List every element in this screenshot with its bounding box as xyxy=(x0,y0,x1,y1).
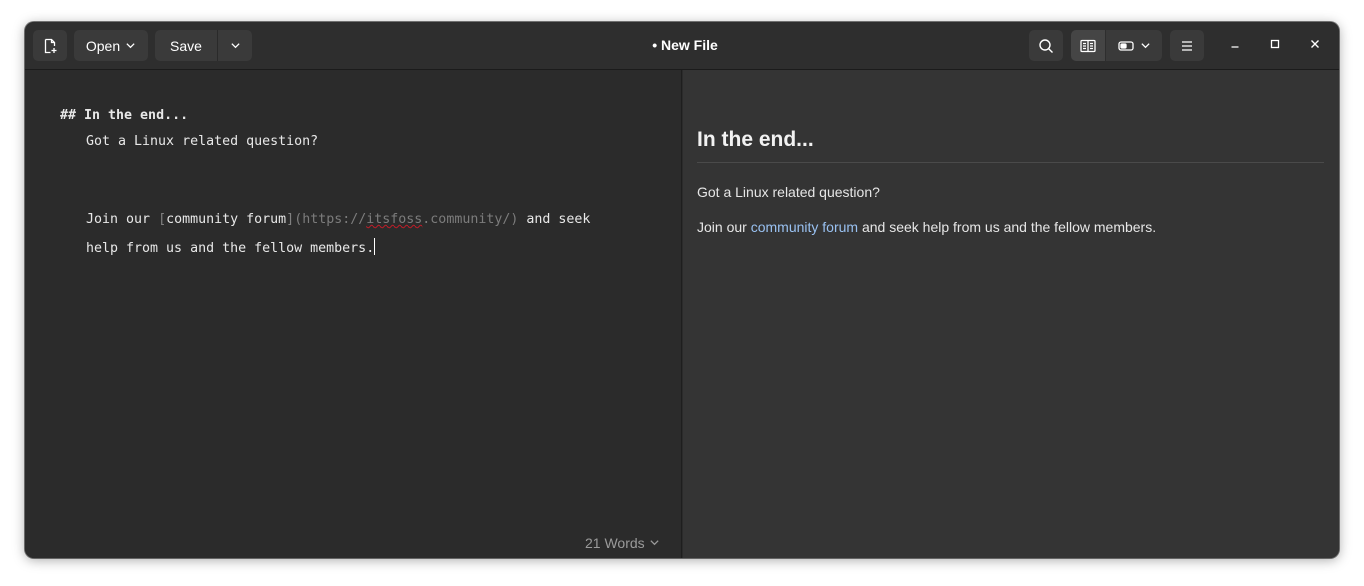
new-file-button[interactable] xyxy=(33,30,67,61)
word-count-button[interactable]: 21 Words xyxy=(585,535,660,551)
editor-text: help from us and the fellow members. xyxy=(86,241,375,256)
editor-line-1: Got a Linux related question? xyxy=(86,134,319,149)
open-button[interactable]: Open xyxy=(74,30,148,61)
editor-line-3: help from us and the fellow members. xyxy=(86,238,376,256)
close-icon xyxy=(1309,37,1321,55)
save-options-button[interactable] xyxy=(218,30,252,61)
window-title: • New File xyxy=(652,37,718,53)
preview-paragraph-1: Got a Linux related question? xyxy=(697,184,880,200)
minimize-icon xyxy=(1229,37,1241,55)
editor-text: and seek xyxy=(518,212,591,227)
search-icon xyxy=(1038,38,1054,54)
editor-link-text: community forum xyxy=(166,212,287,227)
url-scheme: https:// xyxy=(302,212,367,227)
spell-error-word: itsfoss xyxy=(366,212,423,227)
save-button[interactable]: Save xyxy=(155,30,217,61)
maximize-icon xyxy=(1269,37,1281,55)
save-button-label: Save xyxy=(170,37,202,54)
editor-text: Join our xyxy=(86,212,159,227)
maximize-button[interactable] xyxy=(1263,34,1287,58)
editor-line-2: Join our [community forum](https://itsfo… xyxy=(86,212,590,227)
editor-link-url: (https://itsfoss.community/) xyxy=(294,212,518,227)
url-rest: .community/ xyxy=(422,212,511,227)
minimize-button[interactable] xyxy=(1223,34,1247,58)
sidebar-view-button[interactable] xyxy=(1071,30,1105,61)
close-button[interactable] xyxy=(1303,34,1327,58)
md-bracket: [ xyxy=(158,212,167,227)
chevron-down-icon xyxy=(230,40,241,51)
markdown-editor[interactable]: ## In the end... Got a Linux related que… xyxy=(25,70,682,558)
chevron-down-icon xyxy=(125,40,136,51)
editor-heading-line: ## In the end... xyxy=(60,108,189,123)
main-menu-button[interactable] xyxy=(1170,30,1204,61)
book-icon xyxy=(1080,39,1096,53)
preview-text: Join our xyxy=(697,219,751,235)
preview-text: and seek help from us and the fellow mem… xyxy=(858,219,1157,235)
preview-heading: In the end... xyxy=(697,128,814,151)
toggle-icon xyxy=(1117,40,1134,52)
chevron-down-icon xyxy=(1140,40,1151,51)
chevron-down-icon xyxy=(649,535,660,551)
open-button-label: Open xyxy=(85,37,121,54)
md-bracket: ] xyxy=(286,212,295,227)
headerbar: Open Save • New File xyxy=(25,22,1339,70)
hamburger-icon xyxy=(1180,40,1194,52)
search-button[interactable] xyxy=(1029,30,1063,61)
preview-paragraph-2: Join our community forum and seek help f… xyxy=(697,219,1156,235)
app-window: Open Save • New File ## In the end... Go… xyxy=(25,22,1339,558)
md-paren: ( xyxy=(294,212,303,227)
community-forum-link[interactable]: community forum xyxy=(751,219,858,235)
preview-layout-button[interactable] xyxy=(1106,30,1162,61)
text-cursor xyxy=(374,238,376,255)
markdown-preview: In the end... Got a Linux related questi… xyxy=(683,70,1339,558)
heading-divider xyxy=(697,162,1324,163)
word-count-label: 21 Words xyxy=(585,535,645,551)
new-file-icon xyxy=(42,38,58,54)
